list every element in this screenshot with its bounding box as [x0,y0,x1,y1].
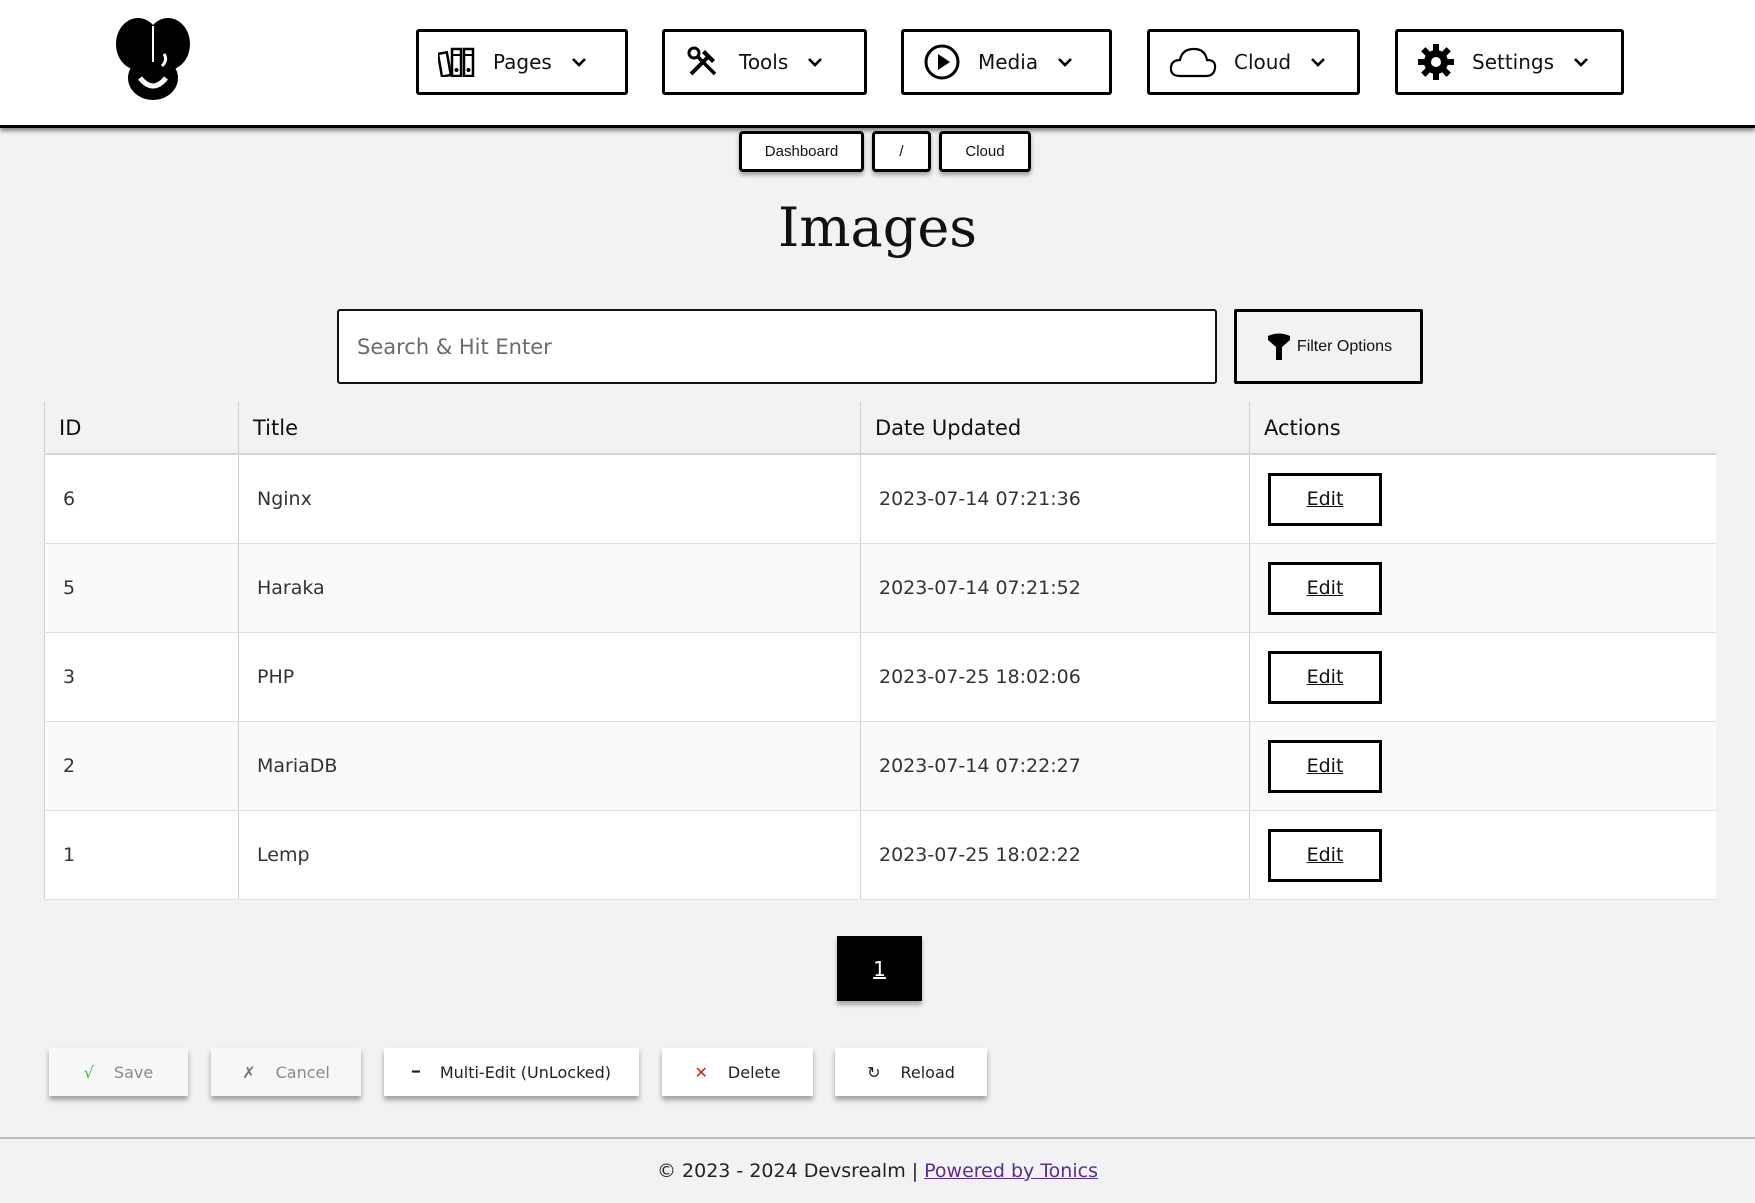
filter-options-button[interactable]: Filter Options [1234,309,1423,384]
footer-copyright: © 2023 - 2024 Devsrealm | [657,1160,919,1182]
cell-actions: Edit [1249,633,1716,721]
page-title: Images [778,196,977,259]
edit-button[interactable]: Edit [1268,828,1382,882]
cell-date-updated: 2023-07-25 18:02:06 [860,633,1249,721]
breadcrumb-cloud[interactable]: Cloud [939,131,1031,172]
table-body: 6 Nginx 2023-07-14 07:21:36 Edit 5 Harak… [44,455,1716,900]
nav-cloud-label: Cloud [1234,50,1292,74]
nav-media-label: Media [978,50,1039,74]
save-label: Save [113,1062,154,1082]
table-header: ID Title Date Updated Actions [44,402,1716,455]
cell-date-updated: 2023-07-25 18:02:22 [860,811,1249,899]
close-icon: ✕ [694,1062,708,1082]
nav-cloud-button[interactable]: Cloud [1147,29,1360,95]
edit-button[interactable]: Edit [1268,561,1382,615]
cross-icon: ✗ [242,1062,256,1082]
cell-date-updated: 2023-07-14 07:21:52 [860,544,1249,632]
edit-button[interactable]: Edit [1268,739,1382,793]
cloud-icon [1168,42,1218,82]
save-button[interactable]: √ Save [49,1048,188,1096]
nav-pages-label: Pages [493,50,552,74]
edit-button[interactable]: Edit [1268,650,1382,704]
site-logo[interactable] [110,16,196,102]
cell-id: 5 [44,544,238,632]
cell-id: 1 [44,811,238,899]
cell-date-updated: 2023-07-14 07:21:36 [860,455,1249,543]
nav-settings-label: Settings [1472,50,1555,74]
cell-id: 3 [44,633,238,721]
delete-label: Delete [727,1062,781,1082]
delete-button[interactable]: ✕ Delete [662,1048,813,1096]
gear-icon [1416,42,1456,82]
multi-edit-label: Multi-Edit (UnLocked) [439,1062,612,1082]
cell-title: Lemp [238,811,860,899]
chevron-down-icon [1574,58,1588,67]
table-row[interactable]: 2 MariaDB 2023-07-14 07:22:27 Edit [44,722,1716,811]
play-icon [922,42,962,82]
unlock-icon: ━ [411,1064,420,1080]
breadcrumb-dashboard[interactable]: Dashboard [739,131,864,172]
breadcrumb-separator: / [872,131,931,172]
nav-pages-button[interactable]: Pages [416,29,628,95]
powered-by-link[interactable]: Powered by Tonics [924,1160,1098,1182]
cancel-button[interactable]: ✗ Cancel [211,1048,361,1096]
nav-tools-label: Tools [739,50,789,74]
cell-title: Nginx [238,455,860,543]
images-table: ID Title Date Updated Actions 6 Nginx 20… [44,402,1716,900]
reload-icon: ↻ [867,1062,881,1082]
cell-title: Haraka [238,544,860,632]
nav-settings-button[interactable]: Settings [1395,29,1624,95]
pagination-page-1[interactable]: 1 [837,936,922,1001]
cell-id: 6 [44,455,238,543]
chevron-down-icon [808,58,823,67]
cell-actions: Edit [1249,544,1716,632]
cell-date-updated: 2023-07-14 07:22:27 [860,722,1249,810]
table-row[interactable]: 1 Lemp 2023-07-25 18:02:22 Edit [44,811,1716,900]
top-header: Pages Tools Media Cloud Settings [0,0,1755,128]
filter-options-label: Filter Options [1296,337,1393,355]
cell-actions: Edit [1249,811,1716,899]
cell-actions: Edit [1249,455,1716,543]
column-header-title[interactable]: Title [238,402,860,453]
column-header-id[interactable]: ID [44,402,238,453]
table-row[interactable]: 6 Nginx 2023-07-14 07:21:36 Edit [44,455,1716,544]
funnel-icon [1267,333,1290,360]
column-header-date-updated[interactable]: Date Updated [860,402,1249,453]
chevron-down-icon [571,58,586,67]
multi-edit-button[interactable]: ━ Multi-Edit (UnLocked) [384,1048,639,1096]
table-row[interactable]: 5 Haraka 2023-07-14 07:21:52 Edit [44,544,1716,633]
search-input[interactable] [337,309,1217,384]
cell-actions: Edit [1249,722,1716,810]
edit-button[interactable]: Edit [1268,472,1382,526]
cell-title: MariaDB [238,722,860,810]
nav-media-button[interactable]: Media [901,29,1112,95]
chevron-down-icon [1311,58,1326,67]
cell-title: PHP [238,633,860,721]
column-header-actions: Actions [1249,402,1716,453]
footer: © 2023 - 2024 Devsrealm | Powered by Ton… [0,1137,1755,1203]
chevron-down-icon [1058,58,1072,67]
nav-tools-button[interactable]: Tools [662,29,867,95]
book-icon [437,42,477,82]
tools-icon [683,42,723,82]
cancel-label: Cancel [275,1062,330,1082]
checkmark-icon: √ [83,1062,94,1082]
reload-button[interactable]: ↻ Reload [835,1048,987,1096]
cell-id: 2 [44,722,238,810]
reload-label: Reload [900,1062,955,1082]
table-row[interactable]: 3 PHP 2023-07-25 18:02:06 Edit [44,633,1716,722]
